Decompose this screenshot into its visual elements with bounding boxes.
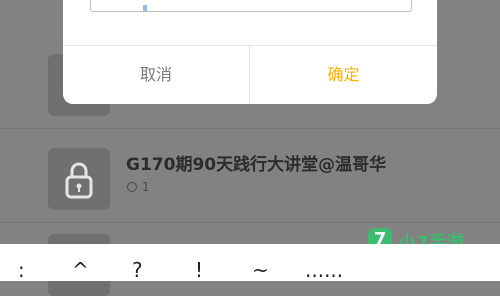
confirm-button[interactable]: 确定 bbox=[250, 46, 437, 104]
view-count: 1 bbox=[127, 180, 150, 194]
list-item-title[interactable]: G170期90天践行大讲堂@温哥华 bbox=[126, 150, 386, 175]
key-exclamation[interactable]: ! bbox=[195, 258, 203, 282]
keyboard-symbol-row: : ^ ? ! ~ ...... bbox=[0, 244, 500, 282]
key-caret[interactable]: ^ bbox=[72, 258, 89, 282]
divider bbox=[0, 222, 500, 223]
lock-icon bbox=[65, 162, 93, 199]
divider bbox=[0, 128, 500, 129]
key-ellipsis[interactable]: ...... bbox=[305, 258, 343, 282]
key-question[interactable]: ? bbox=[132, 258, 143, 282]
cancel-button[interactable]: 取消 bbox=[63, 46, 249, 104]
text-caret bbox=[143, 5, 147, 11]
eye-icon bbox=[127, 182, 137, 192]
input-dialog: 取消 确定 bbox=[63, 0, 437, 104]
locked-group-avatar[interactable] bbox=[48, 148, 110, 210]
view-count-value: 1 bbox=[142, 180, 150, 194]
key-tilde[interactable]: ~ bbox=[252, 258, 269, 282]
key-colon[interactable]: : bbox=[18, 258, 25, 282]
dialog-text-input[interactable] bbox=[90, 0, 412, 12]
